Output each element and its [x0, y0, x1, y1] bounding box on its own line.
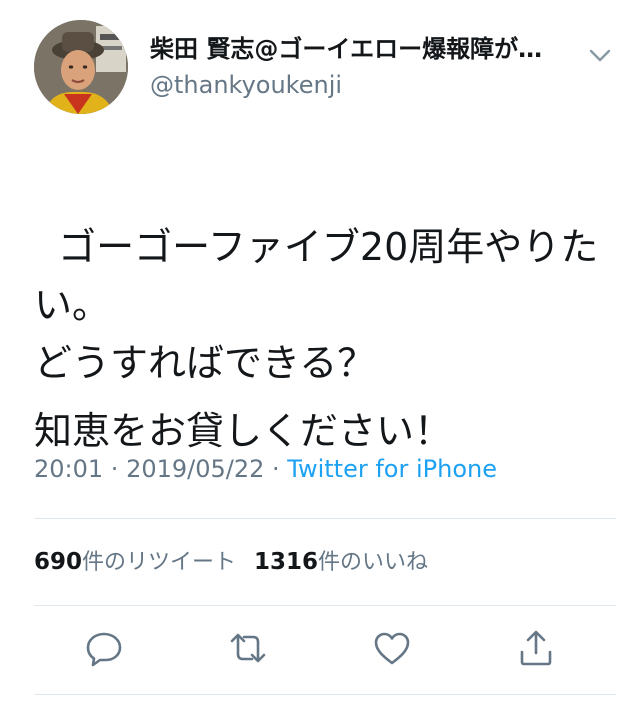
likes-count: 1316 [254, 549, 319, 575]
tweet-stats: 690件のリツイート 1316件のいいね [34, 545, 428, 580]
tweet-meta: 20:01 · 2019/05/22 · Twitter for iPhone [34, 452, 497, 486]
retweets-label: 件のリツイート [82, 550, 237, 575]
avatar[interactable] [34, 20, 128, 114]
share-icon[interactable] [514, 626, 558, 670]
avatar-image [34, 20, 128, 114]
divider [34, 518, 616, 519]
tweet-time: 20:01 [34, 455, 104, 483]
chevron-down-icon[interactable] [587, 42, 613, 68]
tweet-source-link[interactable]: Twitter for iPhone [287, 455, 497, 483]
divider [34, 694, 616, 695]
likes-label: 件のいいね [318, 550, 429, 575]
retweets-count: 690 [34, 549, 83, 575]
heart-icon[interactable] [370, 626, 414, 670]
retweet-icon[interactable] [226, 626, 270, 670]
reply-icon[interactable] [82, 626, 126, 670]
meta-separator: · [264, 455, 288, 483]
divider [34, 605, 616, 606]
retweets-stat[interactable]: 690件のリツイート [34, 549, 237, 575]
action-bar [0, 626, 640, 676]
display-name[interactable]: 柴田 賢志@ゴーイエロー爆報障が… [150, 34, 570, 64]
tweet-date: 2019/05/22 [126, 455, 265, 483]
likes-stat[interactable]: 1316件のいいね [254, 549, 429, 575]
meta-separator: · [103, 455, 127, 483]
user-handle[interactable]: @thankyoukenji [150, 70, 342, 100]
tweet-paragraph-1: ゴーゴーファイブ20周年やりたい。 どうすればできる？ [34, 225, 599, 385]
tweet-header: 柴田 賢志@ゴーイエロー爆報障が… @thankyoukenji [0, 0, 640, 120]
